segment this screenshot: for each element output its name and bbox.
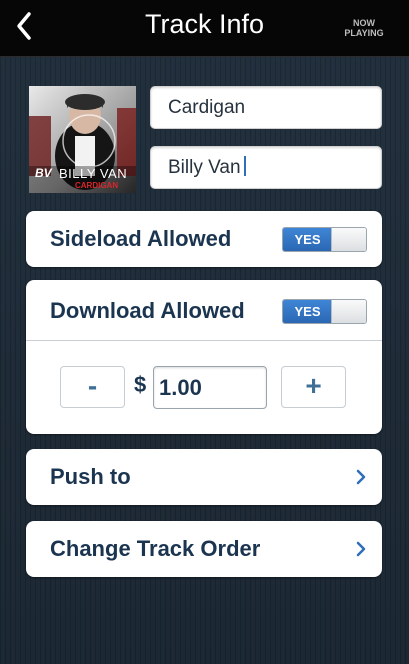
push-to-row[interactable]: Push to — [26, 449, 382, 505]
album-art[interactable]: BV BILLY VAN CARDIGAN — [29, 86, 136, 193]
text-cursor — [243, 156, 246, 176]
download-card: Download Allowed YES - $ 1.00 + — [26, 280, 382, 434]
sideload-label: Sideload Allowed — [50, 226, 232, 251]
price-increase-button[interactable]: + — [281, 366, 346, 408]
change-track-order-label: Change Track Order — [50, 536, 261, 561]
push-to-label: Push to — [50, 464, 131, 489]
album-art-subtitle: CARDIGAN — [75, 181, 119, 190]
track-title-value: Cardigan — [168, 97, 246, 118]
artist-name-field[interactable]: Billy Van — [150, 146, 382, 189]
price-decrease-button[interactable]: - — [60, 366, 125, 408]
chevron-right-icon — [356, 469, 366, 485]
track-title-field[interactable]: Cardigan — [150, 86, 382, 129]
now-playing-line1: NOW — [353, 18, 375, 28]
download-toggle-knob — [331, 300, 366, 323]
change-track-order-row[interactable]: Change Track Order — [26, 521, 382, 577]
sideload-card: Sideload Allowed YES — [26, 211, 382, 267]
sideload-toggle[interactable]: YES — [282, 227, 367, 252]
album-art-artist: BILLY VAN — [59, 166, 128, 181]
download-toggle-yes: YES — [283, 300, 332, 323]
chevron-right-icon — [356, 541, 366, 557]
currency-symbol: $ — [134, 372, 147, 397]
download-divider — [26, 340, 382, 341]
download-toggle[interactable]: YES — [282, 299, 367, 324]
price-value: 1.00 — [159, 375, 202, 400]
price-input[interactable]: 1.00 — [153, 366, 267, 409]
download-label: Download Allowed — [50, 298, 245, 323]
now-playing-button[interactable]: NOW PLAYING — [342, 18, 386, 38]
sideload-toggle-knob — [331, 228, 366, 251]
top-bar: Track Info NOW PLAYING — [0, 0, 409, 57]
now-playing-line2: PLAYING — [344, 28, 384, 38]
sideload-toggle-yes: YES — [283, 228, 332, 251]
artist-name-value: Billy Van — [168, 157, 241, 178]
album-art-logo: BV — [35, 166, 52, 180]
